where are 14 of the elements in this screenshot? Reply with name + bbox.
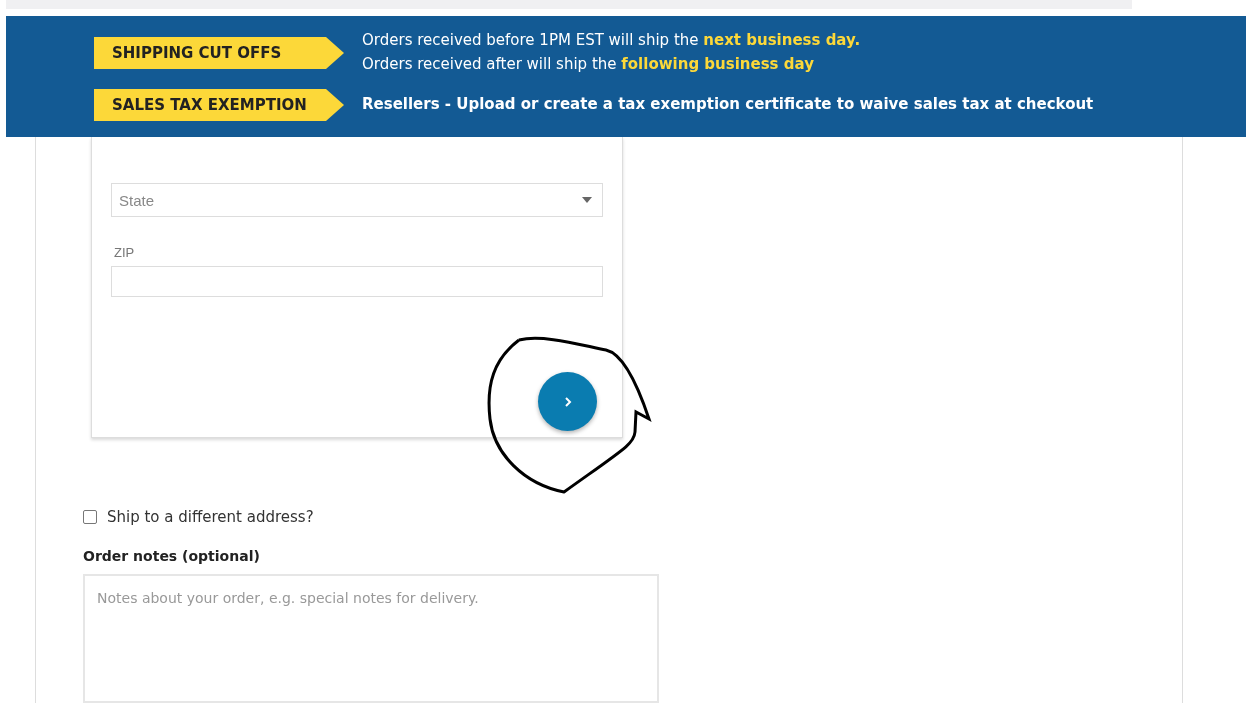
banner-text: Orders received before 1PM EST will ship the next business day. (362, 30, 861, 50)
banner-text: Orders received after will ship the following business day (362, 54, 815, 74)
checkbox[interactable] (83, 510, 97, 525)
order-notes-label: Order notes (optional) (83, 548, 261, 565)
banner-tag: SHIPPING CUT OFFS (94, 37, 344, 69)
checkbox-label[interactable]: Ship to a different address? (107, 508, 314, 527)
zip-label: ZIP (114, 245, 136, 260)
banner-text: Resellers - Upload or create a tax exemption certificate to waive sales tax at checkout (362, 94, 1094, 114)
zip-field[interactable] (111, 266, 603, 297)
state-select[interactable]: State (111, 183, 603, 217)
caret-icon (582, 197, 592, 203)
banner-tag: SALES TAX EXEMPTION (94, 89, 344, 121)
order-notes-field[interactable]: Notes about your order, e.g. special notes for delivery. (83, 574, 659, 703)
next-button[interactable] (538, 372, 597, 431)
